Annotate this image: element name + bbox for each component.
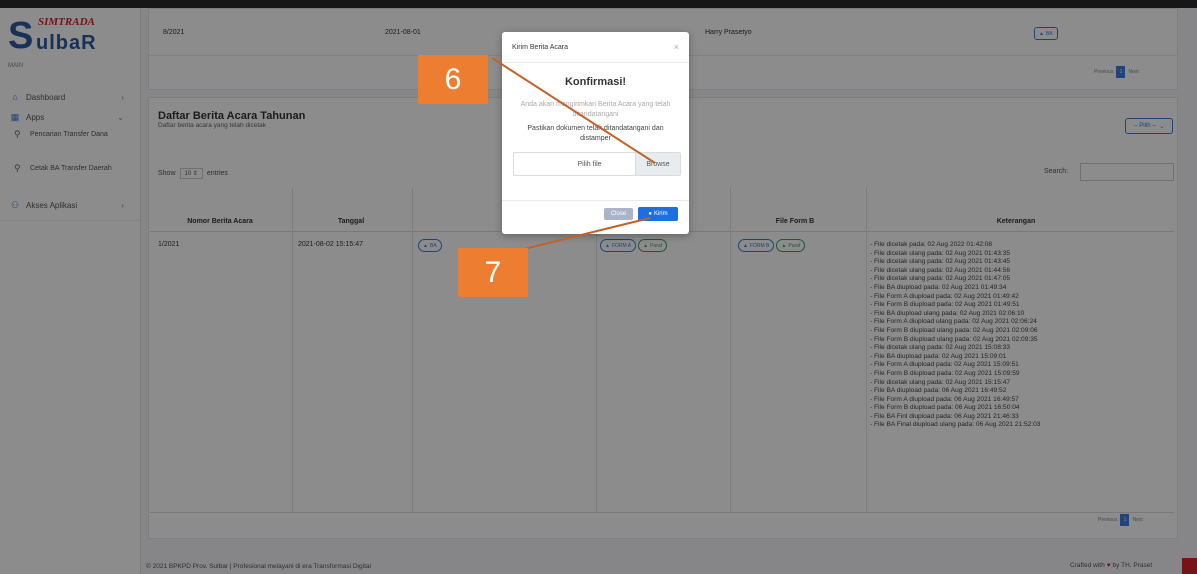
- annotation-arrows: [491, 57, 656, 251]
- callout-7: 7: [458, 248, 528, 297]
- callout-6: 6: [418, 55, 488, 104]
- callout-7-arrow: [519, 217, 651, 251]
- callout-6-arrow: [491, 57, 656, 164]
